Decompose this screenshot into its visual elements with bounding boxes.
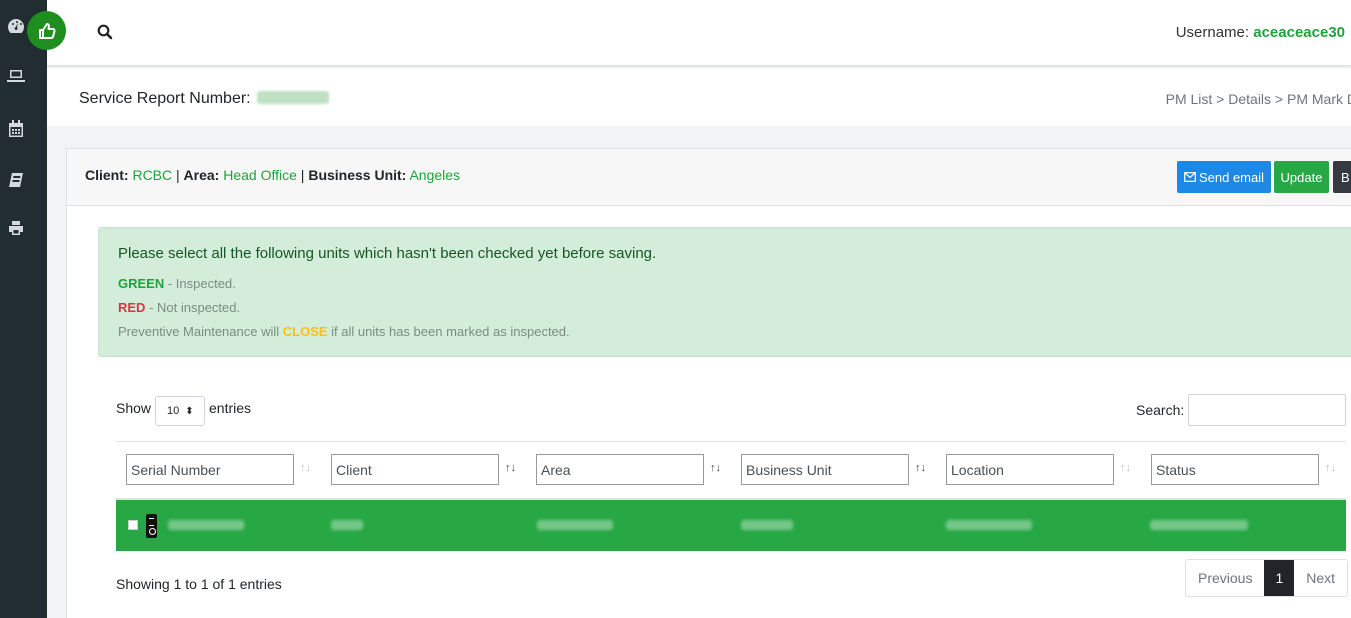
business-unit-redacted xyxy=(741,520,793,530)
serial-number-redacted xyxy=(168,520,244,530)
filter-serial-number[interactable]: Serial Number xyxy=(126,454,294,485)
red-text: - Not inspected. xyxy=(145,300,241,315)
back-button[interactable]: B xyxy=(1333,161,1351,193)
laptop-icon[interactable] xyxy=(0,64,32,88)
close-note: Preventive Maintenance will CLOSE if all… xyxy=(118,324,570,339)
sort-icon[interactable]: ↑↓ xyxy=(1325,462,1336,474)
sort-icon[interactable]: ↑↓ xyxy=(300,462,311,474)
business-unit-value: Angeles xyxy=(409,167,461,183)
username-label: Username: xyxy=(1175,24,1250,41)
close-word: CLOSE xyxy=(282,324,328,339)
show-label: Show xyxy=(116,400,152,416)
remote-control-icon xyxy=(146,514,157,538)
sort-icon[interactable]: ↑↓ xyxy=(1120,462,1131,474)
red-word: RED xyxy=(118,300,146,315)
update-button[interactable]: Update xyxy=(1274,161,1329,193)
page-title: Service Report Number: xyxy=(79,90,329,108)
divider xyxy=(116,441,1346,442)
thumbs-up-button[interactable] xyxy=(27,11,66,50)
filter-location[interactable]: Location xyxy=(946,454,1114,485)
alert-title: Please select all the following units wh… xyxy=(118,245,657,262)
breadcrumb[interactable]: PM List > Details > PM Mark D xyxy=(1166,91,1351,107)
username-display: Username: aceaceace30 xyxy=(1176,24,1345,41)
send-email-label: Send email xyxy=(1198,169,1265,185)
status-redacted xyxy=(1150,520,1248,530)
legend-green: GREEN - Inspected. xyxy=(118,276,236,291)
entries-label: entries xyxy=(209,400,252,416)
sort-icon[interactable]: ↑↓ xyxy=(710,462,721,474)
select-arrows-icon: ⬍ xyxy=(185,405,194,417)
calendar-icon[interactable] xyxy=(0,116,32,140)
sort-icon[interactable]: ↑↓ xyxy=(915,462,926,474)
sort-icon[interactable]: ↑↓ xyxy=(505,462,516,474)
printer-icon[interactable] xyxy=(0,216,32,240)
client-label: Client: xyxy=(85,167,129,183)
separator: | xyxy=(300,167,305,183)
top-navbar: Username: aceaceace30 xyxy=(47,0,1351,66)
service-report-label: Service Report Number: xyxy=(79,90,251,107)
client-redacted xyxy=(331,520,363,530)
separator: | xyxy=(176,167,180,183)
search-icon[interactable] xyxy=(97,24,113,40)
entries-length-select[interactable]: 10 ⬍ xyxy=(155,396,205,426)
length-value: 10 xyxy=(167,405,180,417)
table-info: Showing 1 to 1 of 1 entries xyxy=(116,576,282,592)
filter-status[interactable]: Status xyxy=(1151,454,1319,485)
area-label: Area: xyxy=(183,167,220,183)
card-header: Client: RCBC | Area: Head Office | Busin… xyxy=(67,149,1351,206)
page-header: Service Report Number: PM List > Details… xyxy=(47,68,1351,126)
envelope-icon xyxy=(1184,172,1196,182)
book-icon[interactable] xyxy=(0,168,32,192)
filter-area[interactable]: Area xyxy=(536,454,704,485)
service-report-number-redacted xyxy=(256,91,329,104)
business-unit-label: Business Unit: xyxy=(308,167,407,183)
sidebar xyxy=(0,0,47,618)
thumbs-up-icon xyxy=(38,22,56,39)
green-text: - Inspected. xyxy=(164,276,236,291)
close-suffix: if all units has been marked as inspecte… xyxy=(327,324,570,339)
area-value: Head Office xyxy=(223,167,297,183)
details-card: Client: RCBC | Area: Head Office | Busin… xyxy=(66,148,1351,618)
table-search-input[interactable] xyxy=(1188,394,1346,426)
client-info: Client: RCBC | Area: Head Office | Busin… xyxy=(85,167,460,183)
client-value: RCBC xyxy=(132,167,173,183)
table-row[interactable] xyxy=(116,500,1346,551)
next-page-button[interactable]: Next xyxy=(1294,560,1347,596)
page-1-button[interactable]: 1 xyxy=(1264,560,1295,596)
previous-page-button[interactable]: Previous xyxy=(1186,560,1264,596)
legend-red: RED - Not inspected. xyxy=(118,300,240,315)
search-label: Search: xyxy=(1136,402,1185,418)
username-value[interactable]: aceaceace30 xyxy=(1253,24,1345,41)
area-redacted xyxy=(537,520,613,530)
filter-business-unit[interactable]: Business Unit xyxy=(741,454,909,485)
green-word: GREEN xyxy=(118,276,165,291)
instructions-alert: Please select all the following units wh… xyxy=(98,227,1351,357)
location-redacted xyxy=(946,520,1032,530)
send-email-button[interactable]: Send email xyxy=(1177,161,1271,193)
row-checkbox[interactable] xyxy=(128,520,138,530)
pagination: Previous 1 Next xyxy=(1185,559,1349,597)
close-prefix: Preventive Maintenance will xyxy=(118,324,283,339)
filter-client[interactable]: Client xyxy=(331,454,499,485)
